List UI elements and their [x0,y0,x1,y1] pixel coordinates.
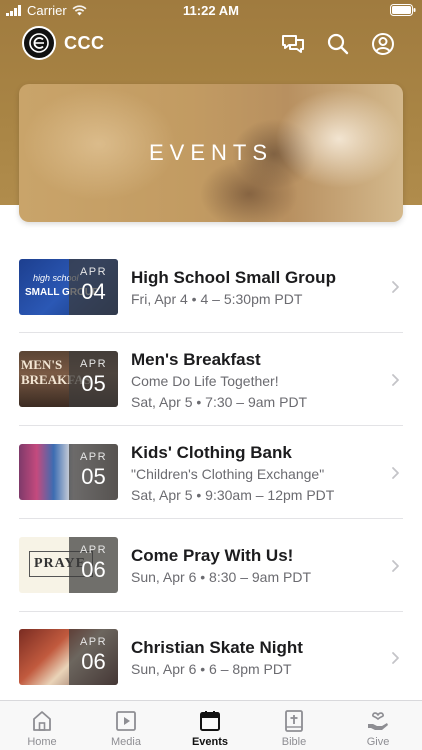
event-title: High School Small Group [131,268,336,287]
date-badge: APR 05 [69,351,118,407]
date-day: 06 [81,557,106,582]
date-month: APR [79,636,108,648]
tab-events[interactable]: Events [168,701,252,750]
date-badge: APR 04 [69,259,118,315]
event-row[interactable]: APR 05 Kids' Clothing Bank "Children's C… [0,426,422,519]
home-icon [33,711,51,731]
event-detail: Fri, Apr 4 • 4 – 5:30pm PDT [131,291,303,307]
date-badge: APR 05 [69,444,118,500]
app-title: CCC [64,33,105,53]
date-day: 04 [81,279,106,304]
chevron-right-icon [392,560,399,572]
search-icon [327,33,349,55]
date-day: 05 [81,371,106,396]
date-day: 06 [81,649,106,674]
event-row[interactable]: PRAYE APR 06 Come Pray With Us! Sun, Apr… [0,519,422,612]
tab-label: Media [111,736,141,748]
date-badge: APR 06 [69,537,118,593]
status-right [390,4,416,19]
profile-button[interactable] [370,31,396,57]
event-thumbnail: high school SMALL GROUP APR 04 [19,259,118,315]
date-month: APR [79,358,108,370]
search-button[interactable] [325,31,351,57]
event-row[interactable]: MEN'S BREAKFAS APR 05 Men's Breakfast Com… [0,333,422,426]
date-day: 05 [81,464,106,489]
date-month: APR [79,451,108,463]
bible-icon [285,710,303,732]
profile-icon [372,33,394,55]
calendar-icon [200,711,220,731]
hero-title: EVENTS [148,140,274,165]
event-thumbnail: MEN'S BREAKFAS APR 05 [19,351,118,407]
event-thumbnail: PRAYE APR 06 [19,537,118,593]
date-badge: APR 06 [69,629,118,685]
church-logo[interactable] [22,26,56,60]
chevron-right-icon [392,467,399,479]
chevron-right-icon [392,281,399,293]
chevron-right-icon [392,374,399,386]
battery-icon [390,4,416,16]
date-month: APR [79,544,108,556]
event-description: "Children's Clothing Exchange" [131,466,325,482]
event-row[interactable]: APR 06 Christian Skate Night Sun, Apr 6 … [0,612,422,705]
event-detail: Sat, Apr 5 • 7:30 – 9am PDT [131,394,308,410]
event-description: Come Do Life Together! [131,373,279,389]
tab-label: Give [366,736,390,748]
nav-bar: CCC [0,22,422,66]
event-detail: Sun, Apr 6 • 8:30 – 9am PDT [131,569,311,585]
logo-mark-icon [29,33,49,53]
event-title: Come Pray With Us! [131,546,294,565]
event-thumbnail: APR 06 [19,629,118,685]
tab-bible[interactable]: Bible [252,701,336,750]
tab-give[interactable]: Give [336,701,420,750]
messages-button[interactable] [280,31,306,57]
events-hero-banner: EVENTS [19,84,403,222]
event-title: Christian Skate Night [131,638,303,657]
media-icon [116,711,136,731]
event-detail: Sat, Apr 5 • 9:30am – 12pm PDT [131,487,335,503]
chevron-right-icon [392,652,399,664]
date-month: APR [79,266,108,278]
status-time: 11:22 AM [183,3,239,18]
tab-home[interactable]: Home [0,701,84,750]
tab-bar: Home Media Events Bible Give [0,700,422,750]
chat-icon [282,35,304,53]
tab-label: Events [191,736,229,748]
event-row[interactable]: high school SMALL GROUP APR 04 High Scho… [0,240,422,333]
event-thumbnail: APR 05 [19,444,118,500]
tab-label: Bible [281,736,307,748]
event-title: Men's Breakfast [131,350,261,369]
tab-label: Home [27,736,57,748]
give-icon [368,712,388,730]
event-detail: Sun, Apr 6 • 6 – 8pm PDT [131,661,292,677]
tab-media[interactable]: Media [84,701,168,750]
event-title: Kids' Clothing Bank [131,443,292,462]
status-bar: Carrier 11:22 AM [0,0,422,22]
